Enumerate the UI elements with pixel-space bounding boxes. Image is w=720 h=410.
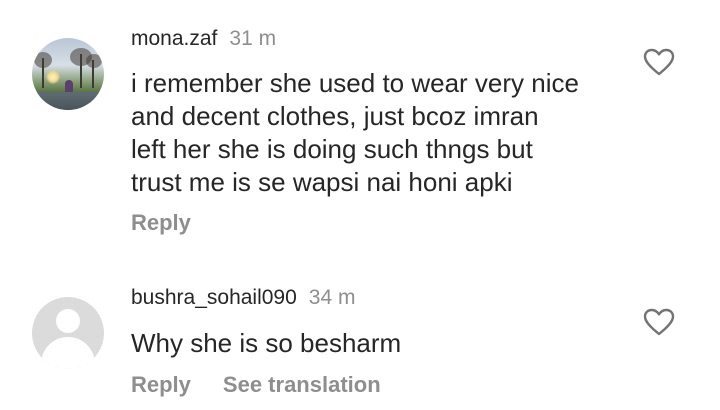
comment-meta: bushra_sohail090 34 m (131, 286, 355, 316)
heart-outline-icon (643, 48, 675, 76)
heart-outline-icon (643, 308, 675, 336)
see-translation-button[interactable]: See translation (223, 372, 381, 398)
comment-item: bushra_sohail090 34 m Why she is so besh… (0, 272, 720, 410)
comment-line: i remember she used to wear very nice (131, 68, 579, 98)
default-avatar-body (41, 337, 95, 369)
like-button[interactable] (643, 308, 675, 336)
comment-meta: mona.zaf 31 m (131, 27, 276, 57)
avatar-sun (46, 70, 60, 84)
comment-line: and decent clothes, just bcoz imran (131, 101, 539, 131)
comment-actions: Reply (131, 210, 191, 236)
comment-line: Why she is so besharm (131, 328, 402, 358)
like-button[interactable] (643, 48, 675, 76)
comment-line: trust me is se wapsi nai honi apki (131, 167, 513, 197)
timestamp: 34 m (308, 286, 356, 309)
username[interactable]: mona.zaf (131, 27, 217, 51)
default-avatar-head (56, 309, 80, 333)
comment-text: i remember she used to wear very nice an… (131, 67, 631, 199)
reply-button[interactable]: Reply (131, 210, 191, 236)
comment-list: mona.zaf 31 m i remember she used to wea… (0, 0, 720, 410)
username[interactable]: bushra_sohail090 (131, 286, 297, 310)
comment-text: Why she is so besharm (131, 327, 631, 360)
timestamp: 31 m (229, 27, 277, 50)
comment-item: mona.zaf 31 m i remember she used to wea… (0, 0, 720, 260)
reply-button[interactable]: Reply (131, 372, 191, 398)
comment-line: left her she is doing such thngs but (131, 134, 533, 164)
comment-actions: Reply See translation (131, 372, 381, 398)
avatar[interactable] (32, 38, 104, 110)
avatar[interactable] (32, 297, 104, 369)
